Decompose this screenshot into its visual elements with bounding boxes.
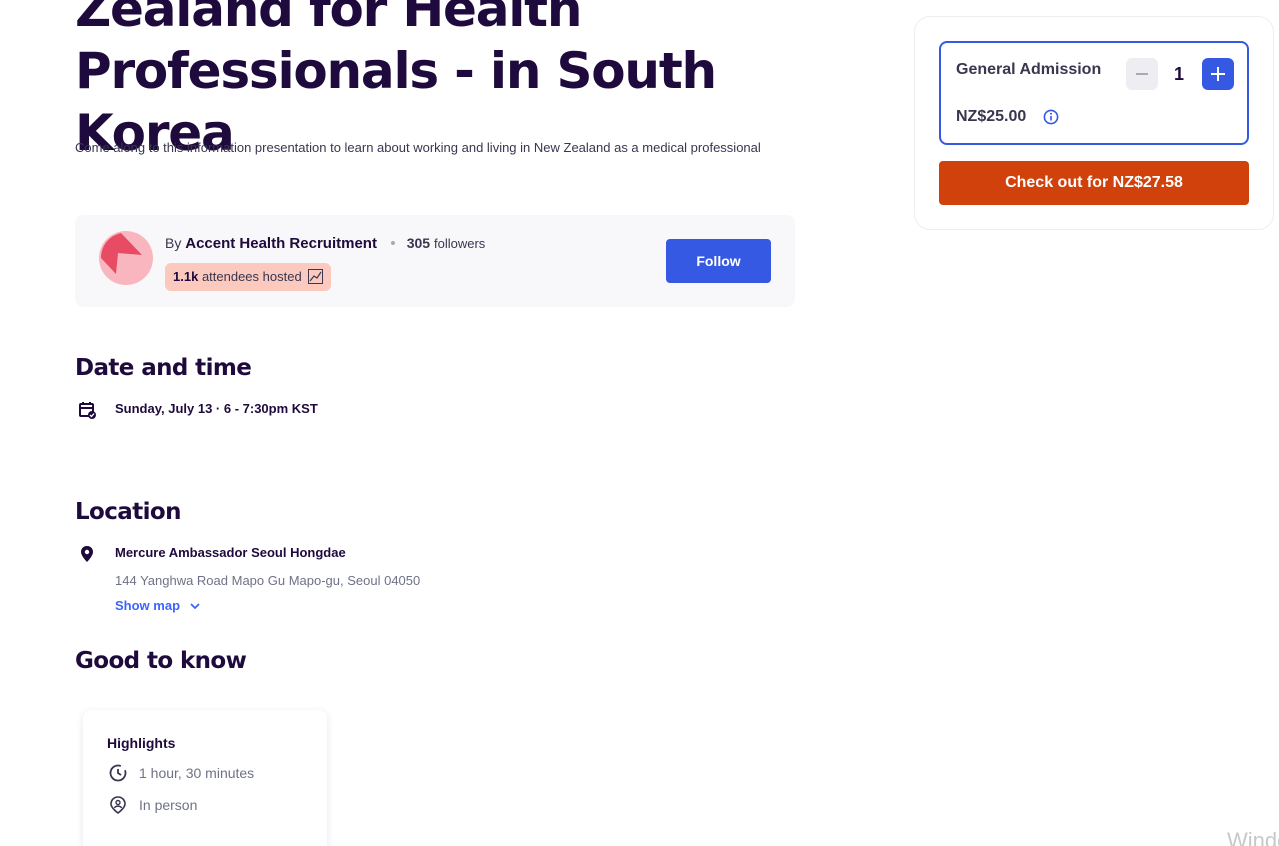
followers-count: 305 xyxy=(406,235,431,251)
chevron-down-icon xyxy=(190,603,200,610)
quantity-decrease-button[interactable] xyxy=(1126,58,1158,90)
follow-button[interactable]: Follow xyxy=(666,239,771,283)
highlights-card: Highlights 1 hour, 30 minutes In person xyxy=(83,710,327,846)
highlights-title: Highlights xyxy=(107,735,176,751)
ticket-price: NZ$25.00 xyxy=(956,108,1027,125)
highlight-in-person-label: In person xyxy=(139,797,198,813)
plus-icon xyxy=(1211,67,1225,81)
venue-name: Mercure Ambassador Seoul Hongdae xyxy=(115,545,346,560)
trend-chart-icon xyxy=(308,268,324,284)
attendees-hosted-badge: 1.1k attendees hosted xyxy=(165,263,332,291)
venue-address: 144 Yanghwa Road Mapo Gu Mapo-gu, Seoul … xyxy=(115,573,421,588)
clock-icon xyxy=(109,764,127,782)
date-time-heading: Date and time xyxy=(75,355,252,381)
date-time-text: Sunday, July 13 · 6 - 7:30pm KST xyxy=(115,401,318,416)
info-icon[interactable] xyxy=(1043,109,1059,125)
ticket-name: General Admission xyxy=(956,61,1102,78)
os-activation-watermark: Windo xyxy=(1227,828,1279,846)
organizer-name-link[interactable]: Accent Health Recruitment xyxy=(185,235,377,252)
ticket-selector: General Admission NZ$25.00 1 xyxy=(939,41,1249,145)
calendar-check-icon xyxy=(79,402,96,419)
event-summary: Come along to this information presentat… xyxy=(75,140,761,155)
followers-label: followers xyxy=(433,236,486,251)
good-to-know-heading: Good to know xyxy=(75,648,247,674)
organizer-avatar[interactable] xyxy=(99,231,153,285)
show-map-link[interactable]: Show map xyxy=(115,598,200,613)
ticket-panel: General Admission NZ$25.00 1 Check out f… xyxy=(914,16,1274,230)
show-map-label: Show map xyxy=(115,598,181,613)
attendees-count: 1.1k xyxy=(173,269,199,284)
separator-dot xyxy=(390,240,395,245)
quantity-value: 1 xyxy=(1173,64,1184,84)
quantity-increase-button[interactable] xyxy=(1202,58,1234,90)
attendees-label: attendees hosted xyxy=(201,269,302,284)
organizer-card: By Accent Health Recruitment 305 followe… xyxy=(75,215,795,307)
map-pin-icon xyxy=(81,546,93,562)
highlight-duration-label: 1 hour, 30 minutes xyxy=(139,765,255,781)
organizer-by-prefix: By xyxy=(165,235,182,251)
person-pin-icon xyxy=(110,796,126,814)
organizer-line: By Accent Health Recruitment 305 followe… xyxy=(165,235,485,252)
location-heading: Location xyxy=(75,499,181,525)
minus-icon xyxy=(1136,73,1148,75)
checkout-button[interactable]: Check out for NZ$27.58 xyxy=(939,161,1249,205)
